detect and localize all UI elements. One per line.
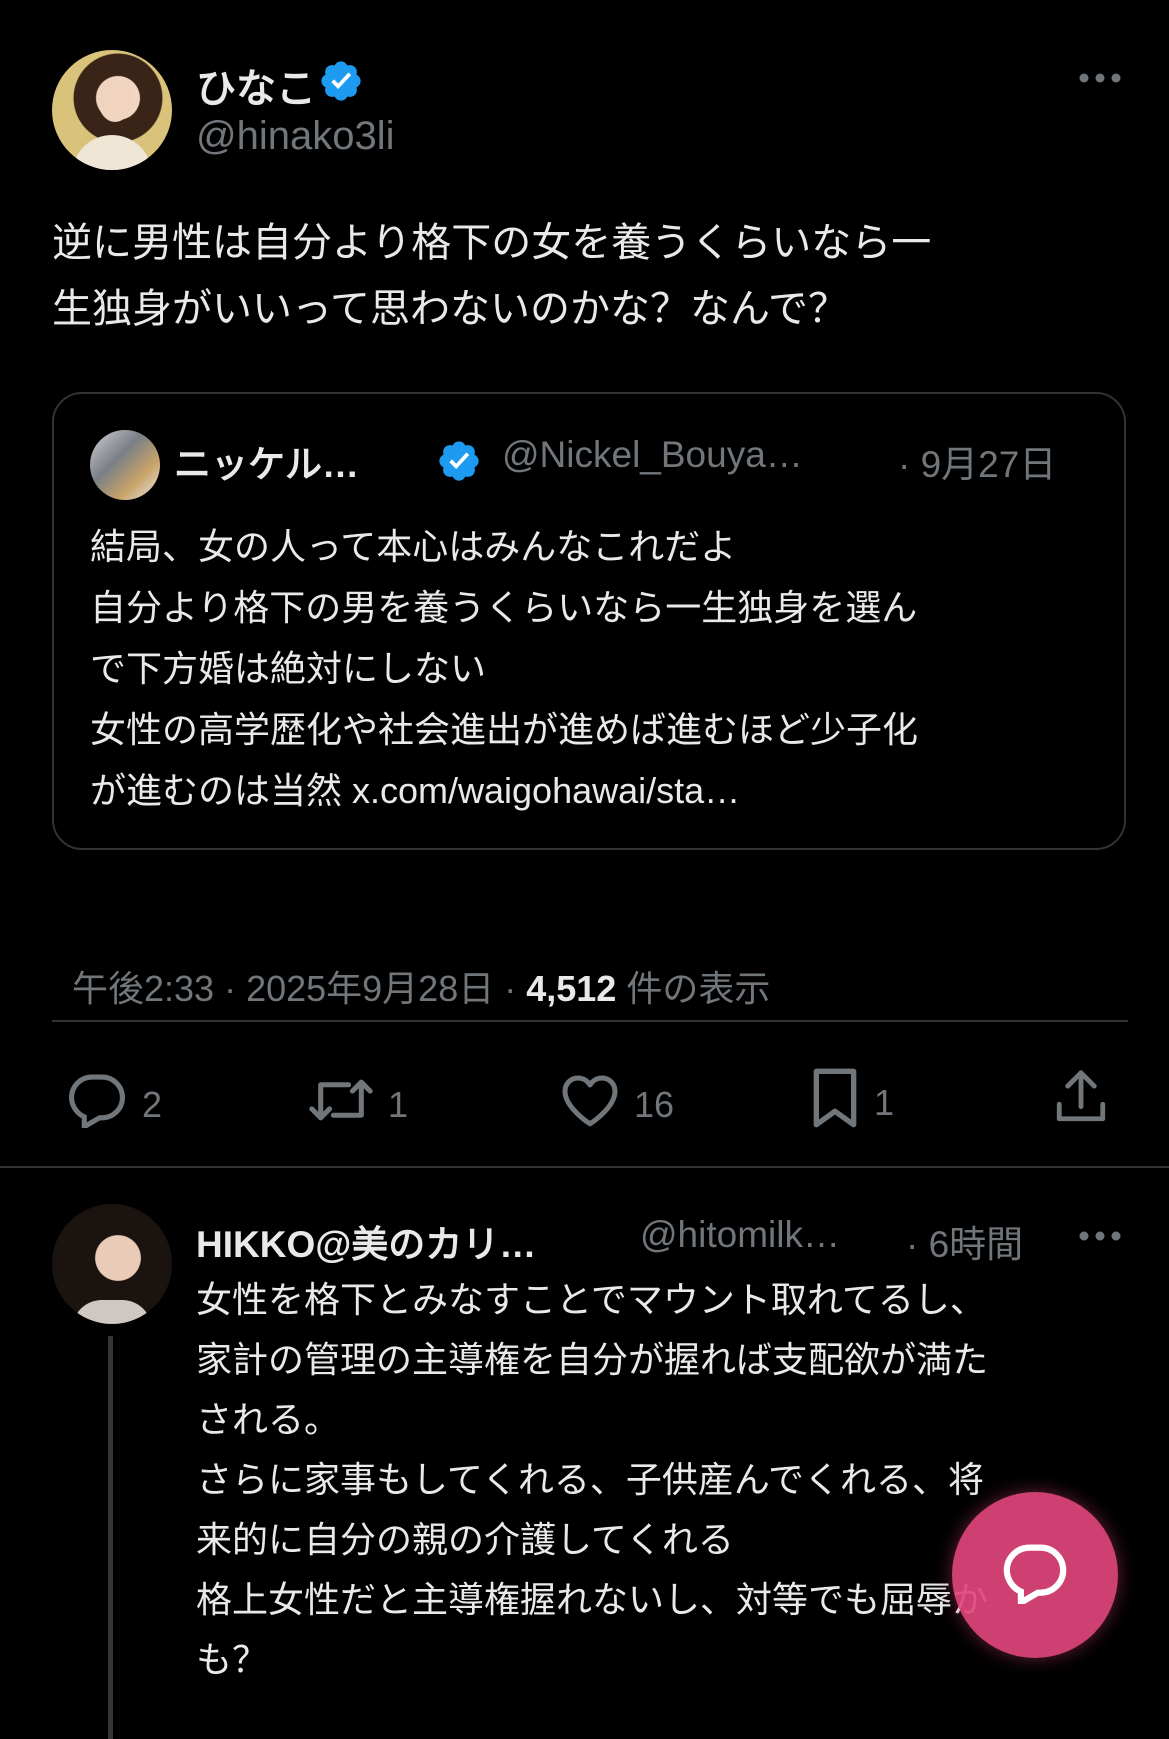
tweet-timestamp[interactable]: 午後2:33 · 2025年9月28日 · (72, 968, 526, 1009)
quoted-author-avatar (90, 430, 160, 500)
quoted-author-name: ニッケル… (174, 444, 359, 485)
retweet-count: 1 (388, 1083, 409, 1125)
reply-button[interactable]: 2 (66, 1072, 162, 1137)
quoted-tweet-card[interactable]: ニッケル… @Nickel_Bouya… · 9月27日 結局、女の人って本心は… (52, 392, 1126, 850)
author-name[interactable]: ひなこ (196, 56, 316, 114)
bookmark-icon (810, 1066, 860, 1139)
reply-author-avatar[interactable] (52, 1204, 172, 1324)
quoted-tweet-time: · 9月27日 (898, 444, 1057, 485)
tweet-text: 逆に男性は自分より格下の女を養うくらいなら一 生独身がいいって思わないのかな？な… (52, 221, 932, 331)
reply-icon (66, 1072, 128, 1137)
quoted-tweet-text: 結局、女の人って本心はみんなこれだよ 自分より格下の男を養うくらいなら一生独身を… (90, 526, 919, 811)
like-button[interactable]: 16 (560, 1072, 674, 1137)
reply-author-name[interactable]: HIKKO@美のカリ… (196, 1214, 536, 1268)
share-icon[interactable] (1054, 1068, 1108, 1131)
section-divider (0, 1166, 1169, 1168)
reply-time[interactable]: · 6時間 (906, 1214, 1023, 1268)
compose-reply-icon (1000, 1542, 1070, 1609)
reply-author-handle[interactable]: @hitomilk… (640, 1214, 840, 1256)
bookmark-count: 1 (874, 1081, 895, 1123)
view-label: 件の表示 (616, 968, 771, 1009)
heart-icon (560, 1072, 620, 1137)
verified-badge-icon (318, 58, 364, 109)
author-handle[interactable]: @hinako3li (196, 114, 395, 159)
more-dots-icon[interactable] (1076, 1228, 1124, 1249)
compose-reply-button[interactable] (952, 1492, 1118, 1658)
thread-line (108, 1336, 113, 1739)
retweet-button[interactable]: 1 (308, 1072, 408, 1137)
bookmark-button[interactable]: 1 (810, 1066, 894, 1139)
view-count[interactable]: 4,512 (526, 968, 616, 1009)
quoted-author-handle: @Nickel_Bouya… (502, 434, 803, 475)
author-avatar[interactable] (52, 50, 172, 170)
reply-count: 2 (142, 1083, 163, 1125)
more-dots-icon[interactable] (1076, 70, 1124, 91)
tweet-timestamp-line: 午後2:33 · 2025年9月28日 · 4,512 件の表示 (52, 918, 770, 1012)
like-count: 16 (634, 1083, 675, 1125)
divider (52, 1020, 1128, 1022)
verified-badge-icon (436, 438, 482, 489)
retweet-icon (308, 1072, 374, 1137)
